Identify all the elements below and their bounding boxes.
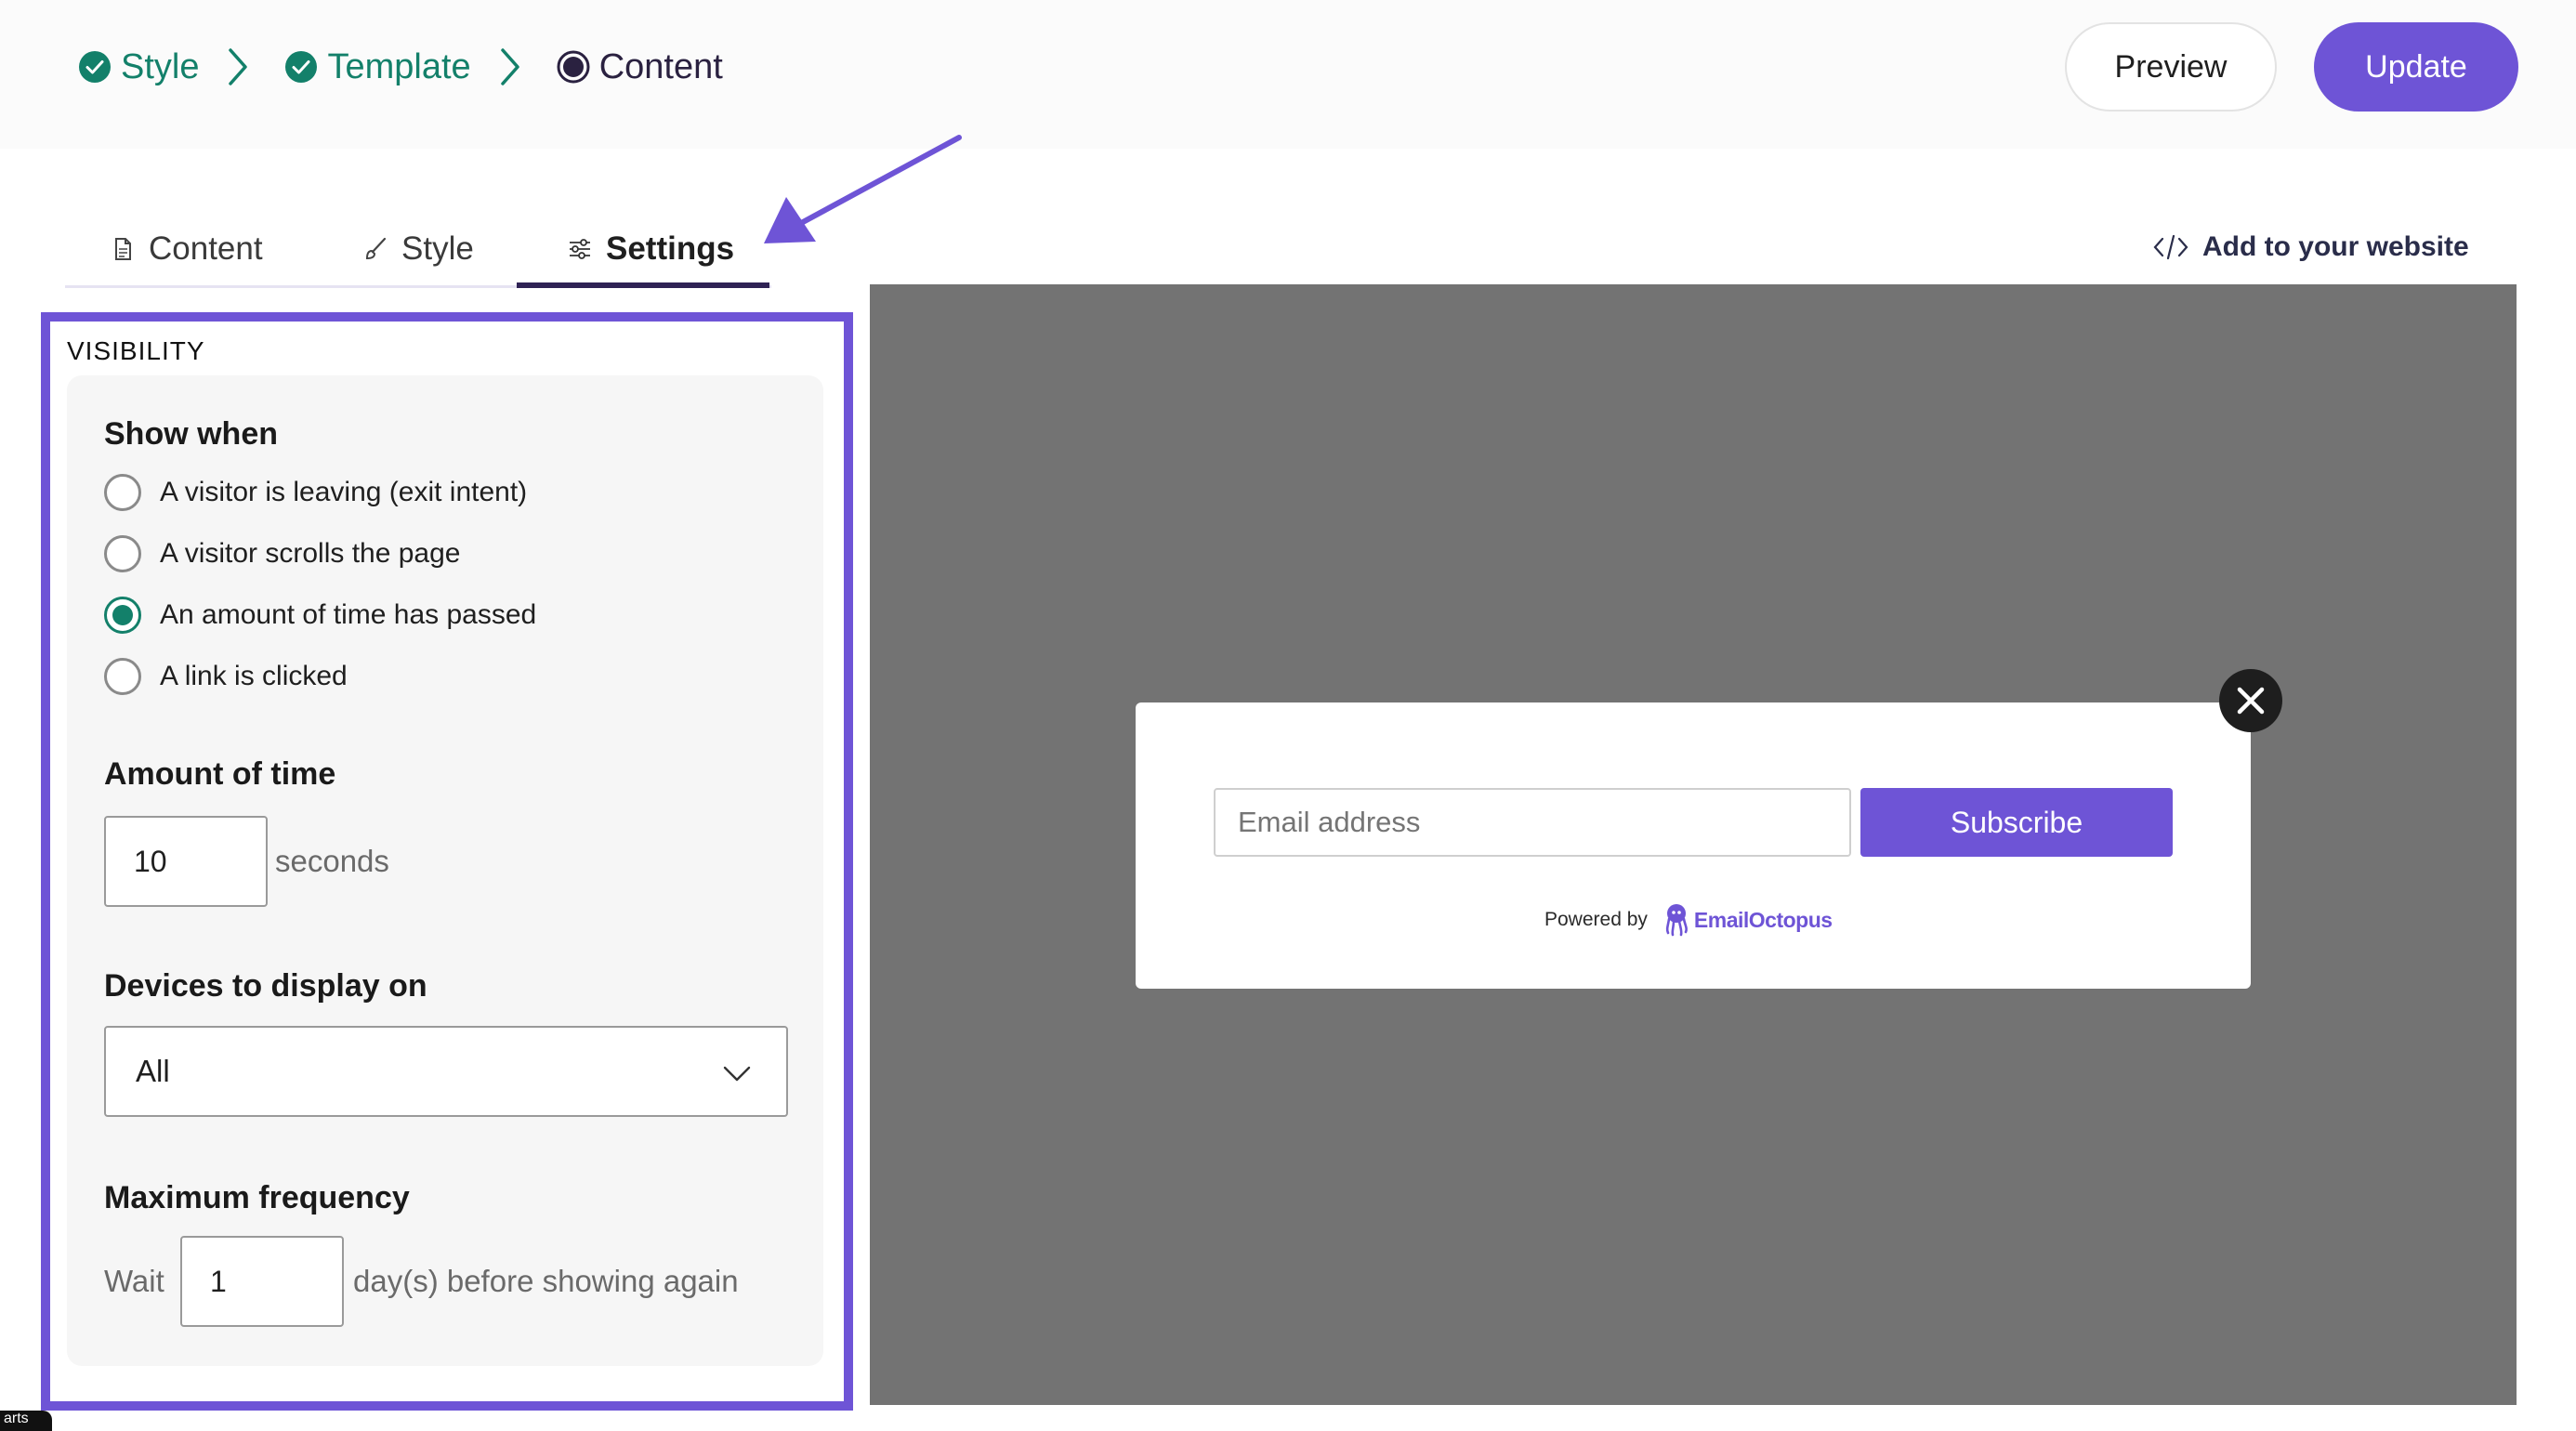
visibility-heading: VISIBILITY	[67, 336, 205, 365]
check-circle-icon	[285, 51, 318, 83]
radio-label: A link is clicked	[160, 661, 348, 691]
tab-label: Settings	[606, 230, 735, 267]
step-label: Style	[121, 46, 200, 86]
tab-settings[interactable]: Settings	[567, 210, 734, 288]
powered-by-text: Powered by	[1544, 909, 1648, 930]
wait-label: Wait	[104, 1264, 164, 1298]
max-frequency-title: Maximum frequency	[104, 1180, 410, 1215]
radio-button[interactable]	[104, 535, 141, 572]
devices-title: Devices to display on	[104, 968, 427, 1004]
octopus-logo-icon	[1665, 904, 1688, 937]
radio-button[interactable]	[104, 474, 141, 511]
code-icon	[2153, 234, 2188, 260]
radio-label: A visitor scrolls the page	[160, 538, 461, 569]
chevron-down-icon	[723, 1066, 751, 1082]
breadcrumb: Style Template Content	[78, 41, 723, 93]
brush-icon	[365, 237, 387, 260]
step-template[interactable]: Template	[284, 46, 471, 87]
radio-time-passed[interactable]: An amount of time has passed	[104, 595, 536, 636]
frequency-days-input[interactable]	[180, 1236, 344, 1327]
step-style[interactable]: Style	[78, 47, 199, 87]
brand-name: EmailOctopus	[1693, 907, 1833, 932]
step-label: Content	[598, 46, 723, 86]
step-label: Template	[327, 46, 471, 86]
radio-link-clicked[interactable]: A link is clicked	[104, 656, 348, 697]
tab-style[interactable]: Style	[362, 210, 474, 288]
close-popup-button[interactable]	[2219, 669, 2282, 732]
amount-of-time-title: Amount of time	[104, 756, 336, 792]
powered-by-badge[interactable]: Powered by EmailOctopus	[1544, 901, 1833, 939]
radio-button[interactable]	[104, 658, 141, 695]
document-icon	[115, 238, 131, 260]
active-tab-indicator	[517, 282, 769, 288]
seconds-label: seconds	[275, 844, 389, 878]
check-circle-icon	[79, 51, 111, 83]
email-input[interactable]	[1214, 788, 1851, 857]
add-to-website-label: Add to your website	[2202, 231, 2469, 262]
days-before-label: day(s) before showing again	[353, 1264, 739, 1298]
step-content[interactable]: Content	[557, 47, 723, 87]
annotation-arrow-icon	[764, 135, 962, 243]
tab-label: Content	[149, 230, 263, 267]
radio-exit-intent[interactable]: A visitor is leaving (exit intent)	[104, 472, 527, 513]
close-icon	[2237, 687, 2265, 715]
subscribe-button[interactable]: Subscribe	[1860, 788, 2173, 857]
preview-button[interactable]: Preview	[2065, 22, 2277, 112]
add-to-website-link[interactable]: Add to your website	[2152, 227, 2469, 268]
radio-button-selected[interactable]	[104, 597, 141, 634]
corner-chip: arts	[0, 1411, 52, 1431]
devices-selected-value: All	[136, 1054, 170, 1088]
seconds-input[interactable]	[104, 816, 268, 907]
tab-content[interactable]: Content	[110, 210, 263, 288]
chevron-right-icon	[229, 48, 248, 85]
devices-select[interactable]: All	[104, 1026, 788, 1117]
show-when-title: Show when	[104, 416, 278, 452]
update-button[interactable]: Update	[2314, 22, 2518, 112]
sliders-icon	[570, 239, 590, 259]
radio-scrolls[interactable]: A visitor scrolls the page	[104, 533, 460, 574]
editor-tabs: Content Style Settings	[65, 210, 771, 288]
current-step-icon	[557, 50, 590, 84]
chevron-right-icon	[500, 48, 519, 85]
top-header: Style Template Content Preview Update	[0, 0, 2576, 149]
radio-label: An amount of time has passed	[160, 599, 537, 630]
tab-label: Style	[401, 230, 474, 267]
radio-label: A visitor is leaving (exit intent)	[160, 477, 528, 507]
